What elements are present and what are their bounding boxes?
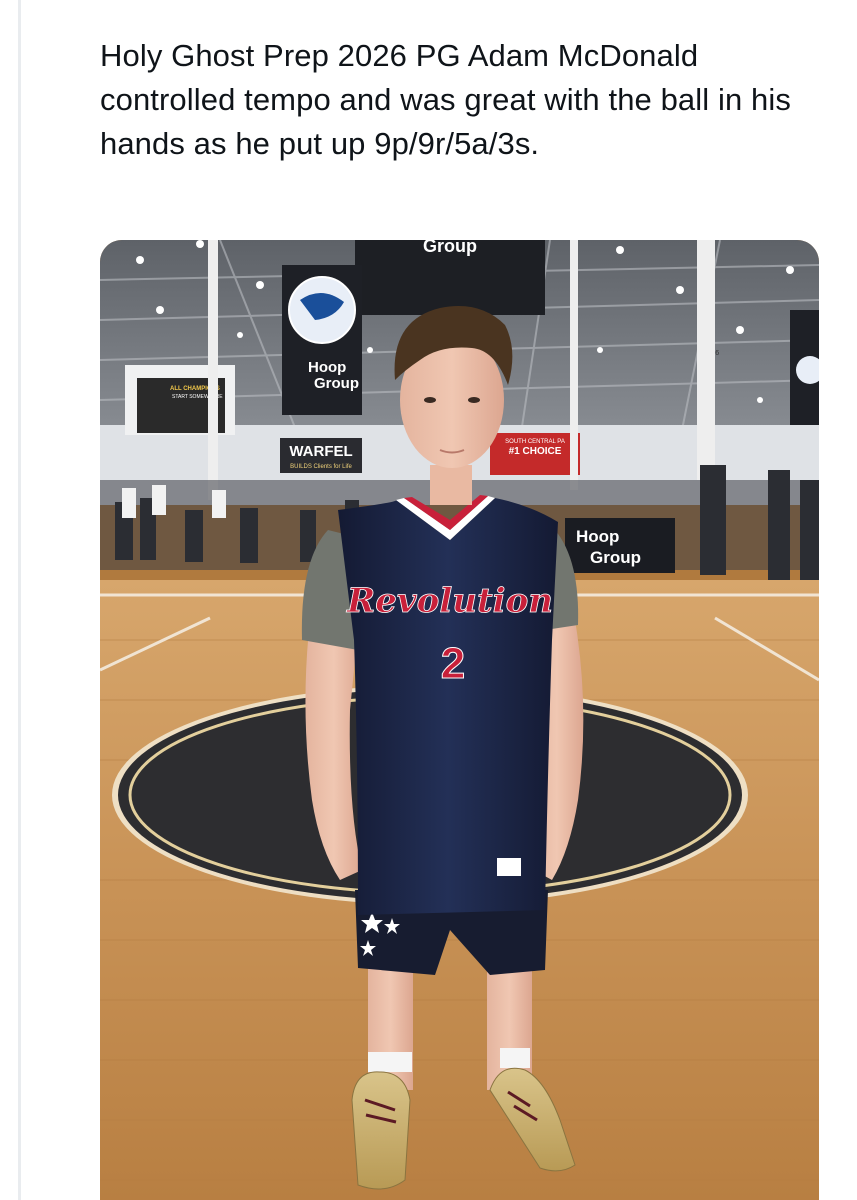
banner-left-line2: Group (314, 375, 359, 392)
banner-left-line1: Hoop (308, 359, 346, 376)
wall-sign-2-sub: BUILDS Clients for Life (290, 464, 352, 470)
jersey-number: 2 (441, 639, 465, 688)
wall-sign-3-line2: #1 CHOICE (509, 446, 562, 457)
table-banner-line2: Group (590, 548, 641, 567)
gym-photo-scene: Group Hoop Group ALL CHAMPIONS START SOM… (100, 240, 819, 1200)
wall-sign-2: WARFEL (289, 443, 352, 460)
post-photo[interactable]: Group Hoop Group ALL CHAMPIONS START SOM… (100, 240, 819, 1200)
jersey-team-name: Revolution (346, 581, 553, 621)
post-text: Holy Ghost Prep 2026 PG Adam McDonald co… (100, 38, 791, 161)
thread-divider (18, 0, 21, 1200)
banner-top-text: Group (423, 240, 477, 256)
table-banner-line1: Hoop (576, 527, 619, 546)
wall-sign-3-line1: SOUTH CENTRAL PA (505, 439, 565, 445)
